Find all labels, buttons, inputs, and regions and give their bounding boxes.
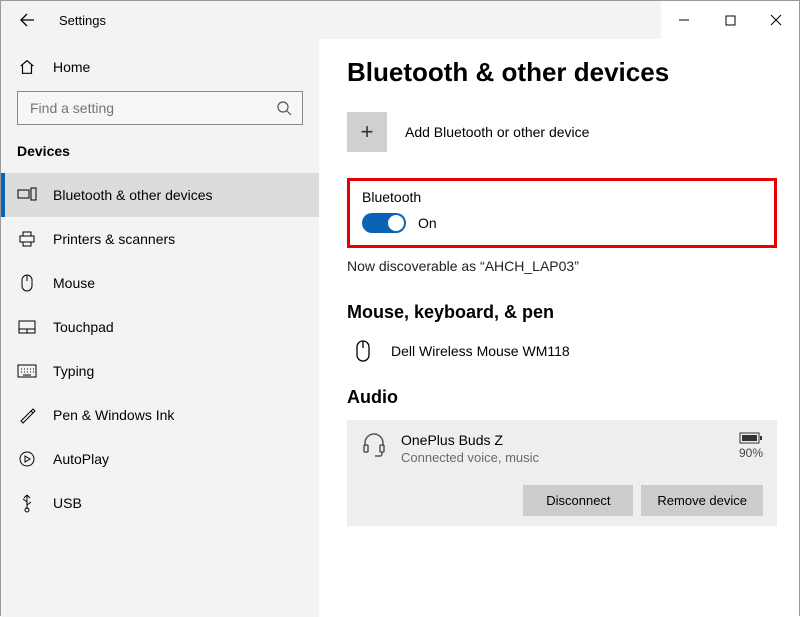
nav-typing[interactable]: Typing (1, 349, 319, 393)
audio-device-card[interactable]: OnePlus Buds Z Connected voice, music 90… (347, 420, 777, 526)
printer-icon (17, 229, 37, 249)
category-label: Devices (1, 143, 319, 173)
nav-label: Printers & scanners (53, 231, 175, 247)
audio-device-name: OnePlus Buds Z (401, 432, 539, 448)
discoverable-text: Now discoverable as “AHCH_LAP03” (347, 258, 777, 274)
minimize-button[interactable] (661, 1, 707, 39)
search-input[interactable] (28, 99, 276, 117)
nav-bluetooth-devices[interactable]: Bluetooth & other devices (1, 173, 319, 217)
autoplay-icon (17, 449, 37, 469)
touchpad-icon (17, 317, 37, 337)
title-bar: Settings (1, 1, 799, 39)
nav-label: Pen & Windows Ink (53, 407, 174, 423)
nav-touchpad[interactable]: Touchpad (1, 305, 319, 349)
nav-printers[interactable]: Printers & scanners (1, 217, 319, 261)
home-icon (17, 57, 37, 77)
nav-label: Typing (53, 363, 94, 379)
headset-icon (361, 432, 387, 458)
audio-heading: Audio (347, 387, 777, 408)
maximize-button[interactable] (707, 1, 753, 39)
nav-label: USB (53, 495, 82, 511)
nav-label: Bluetooth & other devices (53, 187, 213, 203)
mouse-icon (17, 273, 37, 293)
audio-device-status: Connected voice, music (401, 450, 539, 465)
device-row-mouse[interactable]: Dell Wireless Mouse WM118 (347, 335, 777, 387)
home-nav[interactable]: Home (1, 49, 319, 91)
back-button[interactable] (15, 8, 39, 32)
add-label: Add Bluetooth or other device (405, 124, 589, 140)
annotation-highlight: Bluetooth On (347, 178, 777, 248)
mkp-heading: Mouse, keyboard, & pen (347, 302, 777, 323)
mouse-icon (351, 339, 375, 363)
add-device-row[interactable]: + Add Bluetooth or other device (347, 112, 777, 152)
nav-label: Touchpad (53, 319, 114, 335)
close-button[interactable] (753, 1, 799, 39)
page-title: Bluetooth & other devices (347, 57, 777, 88)
disconnect-button[interactable]: Disconnect (523, 485, 633, 516)
usb-icon (17, 493, 37, 513)
bluetooth-heading: Bluetooth (362, 189, 762, 205)
search-box[interactable] (17, 91, 303, 125)
battery-percent: 90% (739, 446, 763, 460)
add-button[interactable]: + (347, 112, 387, 152)
nav-label: Mouse (53, 275, 95, 291)
nav-list: Bluetooth & other devices Printers & sca… (1, 173, 319, 525)
window-title: Settings (59, 13, 106, 28)
plus-icon: + (361, 119, 374, 145)
devices-icon (17, 185, 37, 205)
home-label: Home (53, 59, 90, 75)
search-icon (276, 100, 292, 116)
nav-autoplay[interactable]: AutoPlay (1, 437, 319, 481)
remove-device-button[interactable]: Remove device (641, 485, 763, 516)
bluetooth-toggle[interactable] (362, 213, 406, 233)
minimize-icon (678, 14, 690, 26)
bluetooth-state-text: On (418, 215, 437, 231)
pen-icon (17, 405, 37, 425)
nav-pen-ink[interactable]: Pen & Windows Ink (1, 393, 319, 437)
close-icon (770, 14, 782, 26)
nav-usb[interactable]: USB (1, 481, 319, 525)
nav-mouse[interactable]: Mouse (1, 261, 319, 305)
arrow-left-icon (19, 12, 35, 28)
device-name: Dell Wireless Mouse WM118 (391, 343, 570, 359)
battery-icon (739, 432, 763, 444)
keyboard-icon (17, 361, 37, 381)
content-pane: Bluetooth & other devices + Add Bluetoot… (319, 39, 799, 617)
maximize-icon (725, 15, 736, 26)
sidebar: Home Devices Bluetooth & other devices P… (1, 39, 319, 617)
nav-label: AutoPlay (53, 451, 109, 467)
